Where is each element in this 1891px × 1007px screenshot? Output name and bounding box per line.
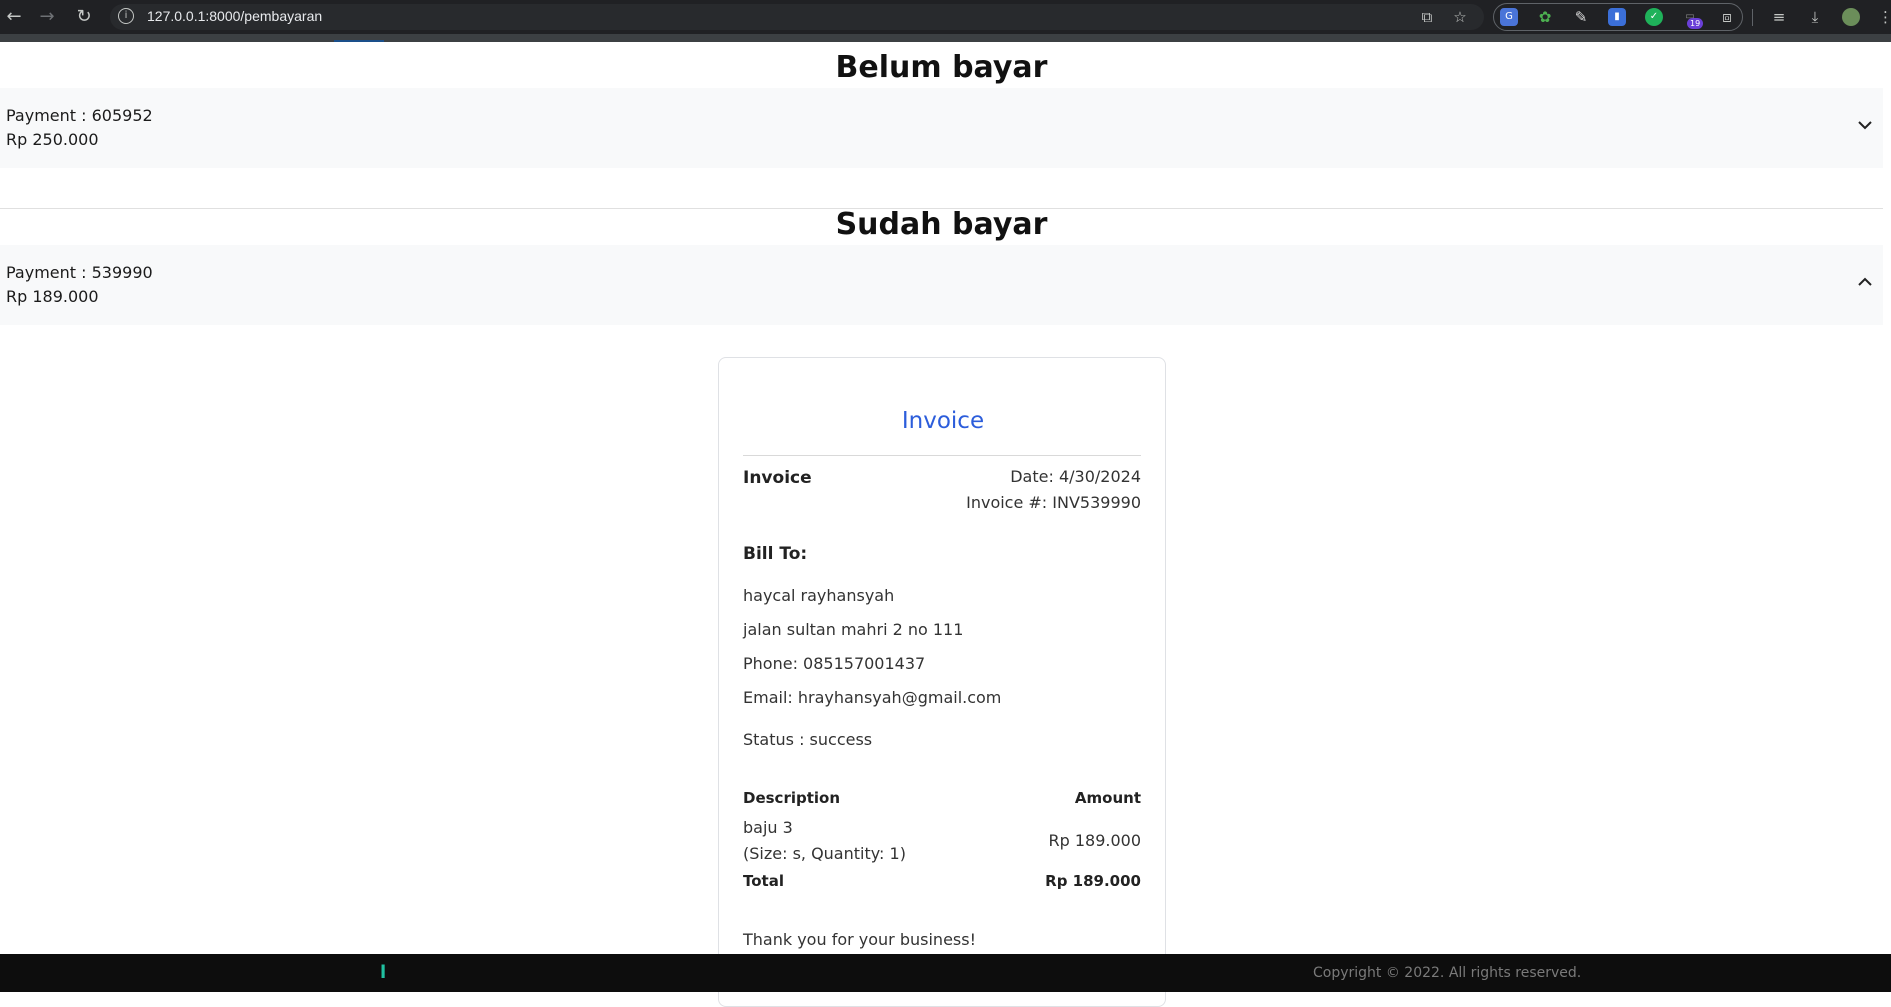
invoice-title: Invoice [901,408,985,434]
profile-avatar[interactable] [1842,8,1860,26]
payment-id: Payment : 605952 [6,106,153,125]
leaf-extension-icon[interactable]: ✿ [1536,8,1554,26]
unpaid-payment-accordion[interactable]: Payment : 605952 Rp 250.000 [0,88,1883,168]
unpaid-heading: Belum bayar [835,50,1048,85]
back-icon[interactable]: ← [4,7,24,27]
table-header-amount: Amount [1074,789,1141,807]
customer-email: Email: hrayhansyah@gmail.com [743,688,1002,707]
address-url[interactable]: 127.0.0.1:8000/pembayaran [147,8,322,24]
extension-badge: 19 [1687,18,1704,29]
toolbar-divider [1752,9,1753,26]
payment-amount: Rp 250.000 [6,130,99,149]
chevron-up-icon[interactable] [1856,273,1874,291]
paid-payment-accordion[interactable]: Payment : 539990 Rp 189.000 [0,245,1883,325]
forward-icon[interactable]: → [37,7,57,27]
translate-extension-icon[interactable]: G [1500,8,1518,26]
document-extension-icon[interactable]: ▮ [1608,8,1626,26]
table-header-description: Description [743,789,841,807]
puzzle-extensions-icon[interactable]: ⧈ [1718,8,1736,26]
invoice-number: Invoice #: INV539990 [966,493,1141,512]
item-amount: Rp 189.000 [1048,831,1141,850]
item-name: baju 3 [743,818,793,837]
invoice-date: Date: 4/30/2024 [1010,467,1141,486]
bill-to-heading: Bill To: [743,544,808,564]
customer-phone: Phone: 085157001437 [743,654,926,673]
reload-icon[interactable]: ↻ [74,7,94,27]
total-label: Total [743,872,784,890]
bookmark-star-icon[interactable]: ☆ [1451,8,1469,26]
customer-name: haycal rayhansyah [743,586,895,605]
payment-status: Status : success [743,730,873,749]
invoice-card: Invoice Invoice Date: 4/30/2024 Invoice … [718,357,1166,1007]
footer-logo[interactable]: l [380,962,386,983]
open-in-app-icon[interactable]: ⧉ [1418,8,1436,26]
thank-you-note: Thank you for your business! [743,930,976,949]
reading-list-icon[interactable]: ≡ [1770,8,1788,26]
chevron-down-icon[interactable] [1856,116,1874,134]
invoice-divider [743,455,1141,456]
page-top-strip [0,34,1891,42]
eyedropper-extension-icon[interactable]: ✎ [1572,8,1590,26]
menu-kebab-icon[interactable]: ⋮ [1878,8,1891,26]
copyright-text: Copyright © 2022. All rights reserved. [1313,965,1582,981]
download-icon[interactable]: ⤓ [1806,8,1824,26]
check-extension-icon[interactable]: ✓ [1645,8,1663,26]
payment-amount: Rp 189.000 [6,287,99,306]
paid-heading: Sudah bayar [835,207,1048,242]
browser-toolbar: ← → ↻ i 127.0.0.1:8000/pembayaran ⧉ ☆ G … [0,0,1891,34]
item-detail: (Size: s, Quantity: 1) [743,844,906,863]
site-info-icon[interactable]: i [118,8,134,24]
invoice-label: Invoice [743,468,812,488]
payment-id: Payment : 539990 [6,263,153,282]
nav-active-indicator [334,40,384,42]
total-amount: Rp 189.000 [1045,872,1141,890]
site-footer: l Copyright © 2022. All rights reserved. [0,954,1891,992]
customer-address: jalan sultan mahri 2 no 111 [743,620,964,639]
